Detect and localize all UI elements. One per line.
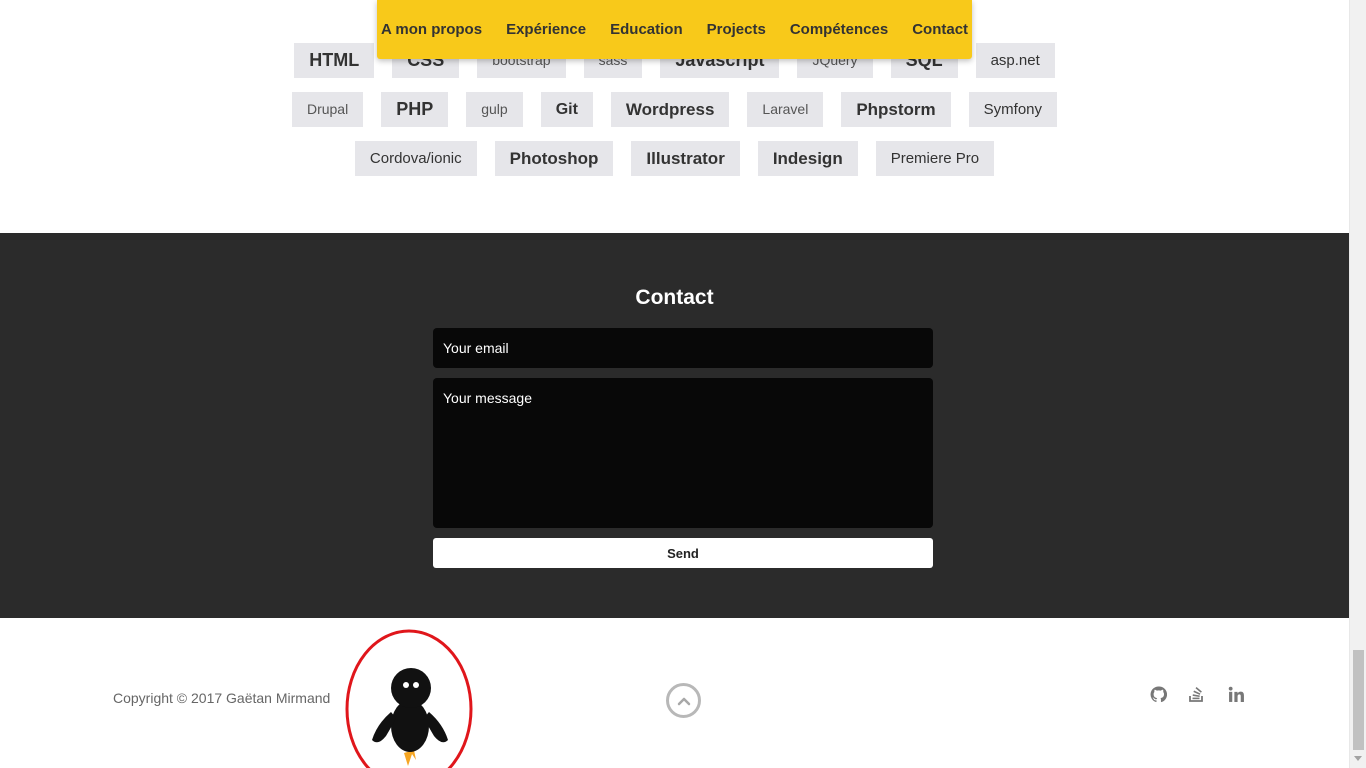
skill-tag: Laravel bbox=[747, 92, 824, 127]
nav-item-skills[interactable]: Compétences bbox=[790, 21, 888, 38]
scrollbar-thumb[interactable] bbox=[1353, 650, 1364, 750]
skill-tag: asp.net bbox=[975, 43, 1055, 78]
github-link[interactable] bbox=[1148, 684, 1168, 704]
skill-tag: Symfony bbox=[968, 92, 1058, 127]
nav-item-about[interactable]: A mon propos bbox=[381, 21, 482, 38]
skill-tag: Phpstorm bbox=[841, 92, 951, 127]
mascot-with-highlight-circle bbox=[345, 629, 473, 768]
copyright-text: Copyright © 2017 Gaëtan Mirmand bbox=[113, 690, 331, 706]
stackoverflow-icon bbox=[1189, 687, 1203, 702]
message-field[interactable] bbox=[433, 378, 933, 528]
linkedin-link[interactable] bbox=[1226, 684, 1246, 704]
footer: Copyright © 2017 Gaëtan Mirmand bbox=[0, 618, 1349, 768]
chevron-up-icon bbox=[677, 697, 690, 705]
email-field[interactable] bbox=[433, 328, 933, 368]
skill-tag: Drupal bbox=[291, 92, 364, 127]
nav-item-experience[interactable]: Expérience bbox=[506, 21, 586, 38]
page: HTML CSS bootstrap sass Javascript JQuery SQL a… bbox=[0, 0, 1349, 768]
linkedin-icon bbox=[1228, 686, 1244, 702]
contact-title: Contact bbox=[635, 286, 714, 309]
navbar: A mon propos Expérience Education Projec… bbox=[377, 0, 972, 59]
skill-tag: Git bbox=[540, 92, 593, 127]
github-icon bbox=[1150, 686, 1167, 702]
nav-item-education[interactable]: Education bbox=[610, 21, 683, 38]
page-scrollbar[interactable] bbox=[1349, 0, 1366, 768]
contact-section: Contact Send bbox=[0, 233, 1349, 618]
skill-tag: Cordova/ionic bbox=[354, 141, 477, 176]
send-button[interactable]: Send bbox=[433, 538, 933, 568]
skill-tag: Indesign bbox=[757, 141, 858, 176]
skill-tag: PHP bbox=[381, 92, 449, 127]
nav-item-projects[interactable]: Projects bbox=[707, 21, 766, 38]
skill-tag: HTML bbox=[294, 43, 375, 78]
scroll-to-top-button[interactable] bbox=[666, 683, 701, 718]
skills-row-3: Cordova/ionic Photoshop Illustrator Indesig… bbox=[0, 141, 1349, 176]
skills-row-2: Drupal PHP gulp Git Wordpress Laravel Phpstorm… bbox=[0, 92, 1349, 127]
robot-mascot-icon bbox=[372, 668, 448, 766]
skill-tag: Premiere Pro bbox=[875, 141, 995, 176]
scroll-down-arrow-icon[interactable] bbox=[1354, 756, 1362, 761]
nav-item-contact[interactable]: Contact bbox=[912, 21, 968, 38]
skill-tag: gulp bbox=[466, 92, 523, 127]
stackoverflow-link[interactable] bbox=[1187, 684, 1207, 704]
skill-tag: Photoshop bbox=[494, 141, 614, 176]
skill-tag: Wordpress bbox=[610, 92, 730, 127]
skill-tag: Illustrator bbox=[631, 141, 740, 176]
